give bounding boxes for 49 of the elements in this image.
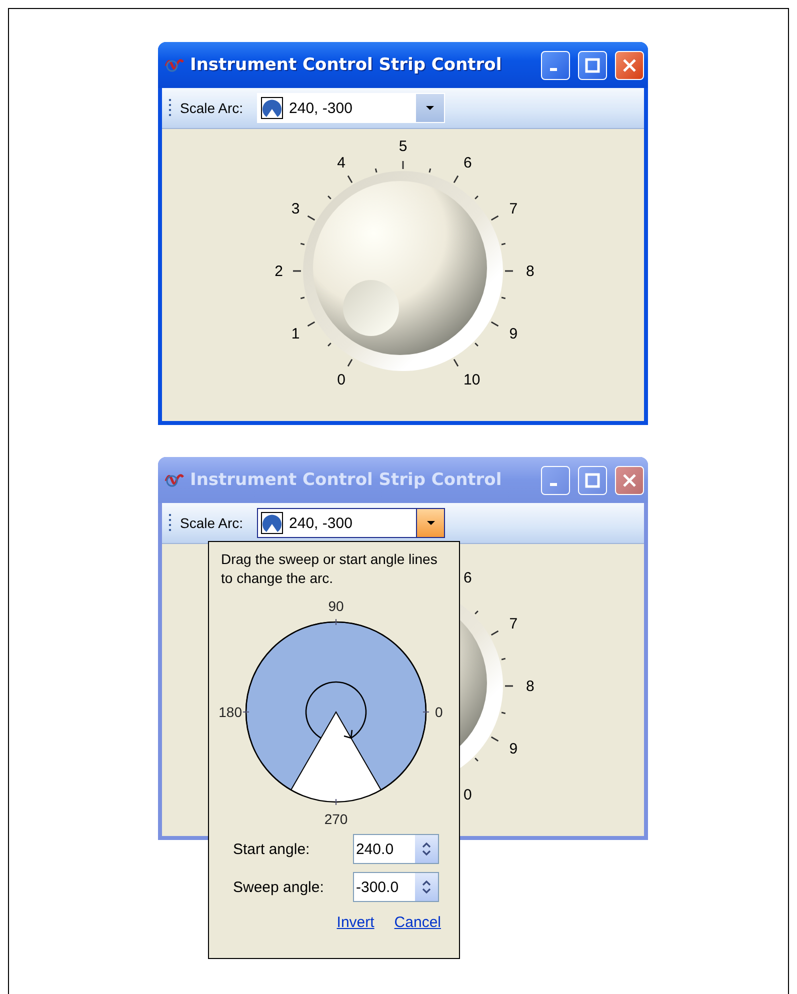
dial-label: 5	[398, 138, 408, 155]
dial-label: 3	[291, 200, 300, 218]
dial-label: 7	[509, 200, 518, 218]
angle-label: 0	[435, 704, 443, 720]
dial-label: 0	[337, 371, 346, 388]
window-title: Instrument Control Strip Control	[190, 470, 503, 490]
combo-value: 240, -300	[289, 100, 354, 116]
caret-icon	[426, 521, 435, 525]
dial-label: 6	[464, 570, 472, 587]
dial-label: 0	[464, 786, 472, 804]
toolbar-label: Scale Arc:	[180, 100, 244, 116]
angle-label: 180	[218, 704, 242, 720]
arc-icon	[261, 97, 284, 119]
maximize-icon	[585, 472, 600, 488]
dial-label: 8	[526, 678, 534, 695]
instructions-text: Drag the sweep or start angle lines to change the arc.	[221, 550, 438, 588]
app-logo-icon	[164, 471, 184, 489]
dial-label: 7	[509, 616, 518, 632]
minimize-button[interactable]	[541, 50, 570, 80]
minimize-icon	[550, 483, 556, 486]
dial-label: 9	[509, 740, 518, 758]
maximize-button[interactable]	[578, 50, 607, 80]
app-logo-icon	[164, 56, 184, 74]
grip-icon	[168, 513, 172, 533]
angle-label: 90	[328, 598, 344, 614]
toolbar-label: Scale Arc:	[180, 515, 244, 531]
field-label: Sweep angle:	[233, 878, 324, 896]
maximize-icon	[585, 58, 600, 72]
dial-label: 6	[464, 154, 472, 172]
angle-label: 270	[324, 811, 348, 827]
dial-label: 10	[464, 371, 480, 388]
grip-icon	[168, 98, 172, 118]
window-title: Instrument Control Strip Control	[190, 55, 503, 75]
field-label: Start angle:	[233, 840, 310, 858]
dial-label: 2	[274, 263, 283, 280]
dial-label: 8	[526, 263, 534, 280]
dropdown-button[interactable]	[416, 509, 444, 537]
caret-icon	[426, 106, 434, 110]
combo-value: 240, -300	[289, 514, 354, 532]
close-icon	[622, 58, 637, 72]
scale-arc-combo[interactable]: 240, -300	[257, 93, 446, 123]
close-button[interactable]	[615, 50, 644, 80]
dial-label: 1	[291, 326, 300, 342]
close-icon	[622, 472, 637, 488]
dropdown-button[interactable]	[416, 94, 444, 122]
arc-icon	[261, 512, 284, 534]
minimize-icon	[550, 68, 556, 71]
dial-label: 9	[509, 326, 518, 342]
dial-label: 4	[337, 154, 346, 172]
